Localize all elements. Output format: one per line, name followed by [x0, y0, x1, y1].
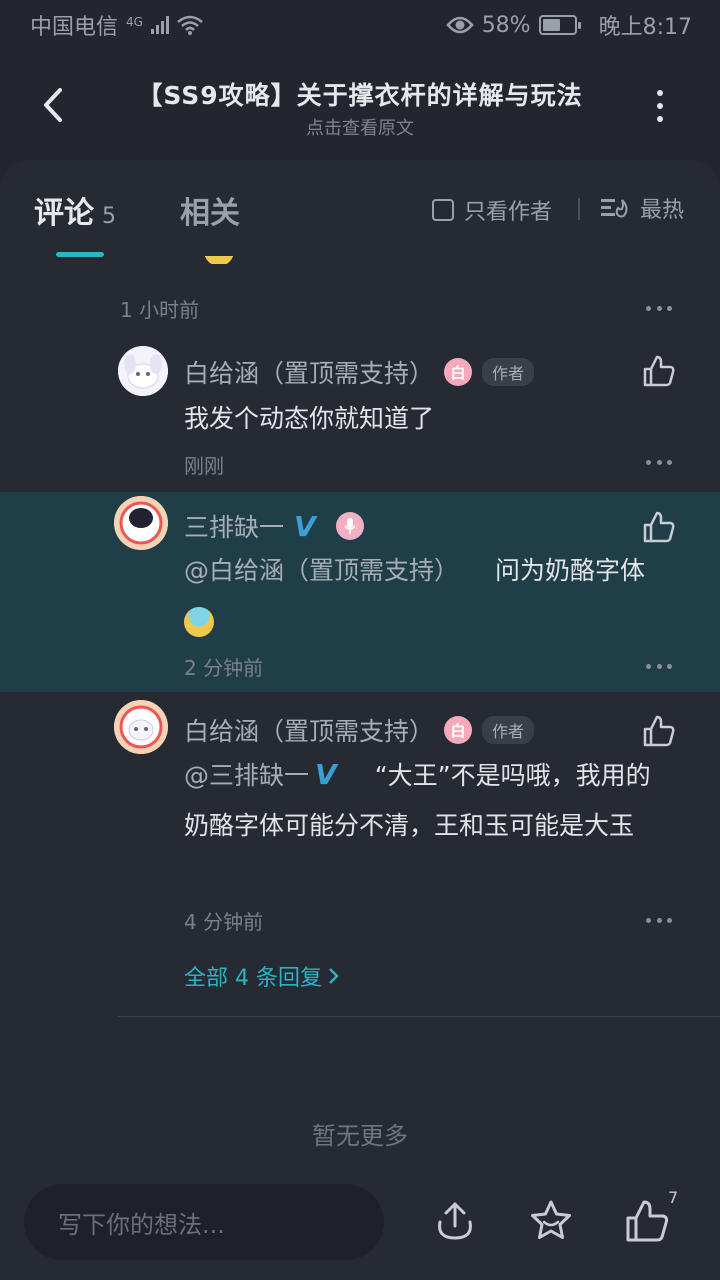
avatar-image [118, 346, 168, 396]
sort-button[interactable]: 最热 [600, 192, 684, 224]
comment-time: 1 小时前 [120, 298, 200, 322]
comment-text: 我发个动态你就知道了 [184, 404, 435, 433]
tab-bar: 评论 5 相关 只看作者 最热 [0, 160, 720, 257]
reply-item: 白给涵（置顶需支持） 白 作者 @三排缺一 V “大王”不是吗哦，我用的奶酪字体可能… [0, 696, 720, 946]
status-right: 58% 晚上8:17 [446, 9, 692, 41]
comment-time: 刚刚 [184, 454, 224, 478]
view-all-replies-link[interactable]: 全部 4 条回复 [184, 960, 340, 992]
bottom-bar: 写下你的想法... 7 [0, 1180, 720, 1280]
comment-text: @三排缺一 V “大王”不是吗哦，我用的奶酪字体可能分不清，王和玉可能是大玉 [184, 750, 674, 851]
author-only-label: 只看作者 [464, 200, 553, 225]
battery-fill [542, 19, 560, 31]
clock: 晚上8:17 [598, 15, 692, 40]
battery-percent: 58% [481, 12, 531, 38]
share-icon[interactable] [432, 1198, 478, 1244]
status-bar: 中国电信 4G 58% 晚上8:17 [0, 0, 720, 50]
tab-indicator [56, 252, 104, 257]
wifi-icon [177, 15, 203, 35]
avatar[interactable] [118, 346, 168, 396]
chevron-right-icon [329, 968, 339, 984]
tab-comments-label: 评论 [34, 196, 94, 231]
view-original-link[interactable]: 点击查看原文 [0, 114, 720, 140]
no-more-label: 暂无更多 [312, 1122, 408, 1150]
comment-author[interactable]: 三排缺一 V [184, 508, 364, 544]
author-name: 白给涵（置顶需支持） [184, 717, 435, 746]
verified-icon: V [315, 758, 337, 791]
avatar-image [114, 700, 168, 754]
author-badge: 作者 [482, 716, 535, 744]
comment-sheet: 评论 5 相关 只看作者 最热 1 小时前 白给涵（置顶需支持） 白 作者 我发个… [0, 160, 720, 1280]
header: 【SS9攻略】关于撑衣杆的详解与玩法 点击查看原文 [0, 60, 720, 150]
author-badge: 作者 [482, 358, 535, 386]
more-options-icon[interactable] [646, 306, 672, 312]
comment-time: 4 分钟前 [184, 910, 264, 934]
avatar[interactable] [114, 700, 168, 754]
author-name: 三排缺一 [184, 513, 285, 542]
avatar-image [114, 496, 168, 550]
network-label: 4G [126, 15, 143, 29]
reply-item-highlighted: 三排缺一 V @白给涵（置顶需支持） 问为奶酪字体 2 分钟前 [0, 492, 720, 692]
favorite-star-icon[interactable] [528, 1198, 574, 1244]
fearful-emoji-icon [184, 607, 214, 637]
level-badge-icon: 白 [444, 716, 473, 744]
carrier-label: 中国电信 [30, 15, 119, 40]
comment-text: @白给涵（置顶需支持） 问为奶酪字体 [184, 546, 674, 646]
sort-hot-icon [601, 199, 628, 218]
checkbox-icon[interactable] [432, 199, 454, 221]
battery-icon [538, 15, 581, 35]
more-options-icon[interactable] [646, 460, 672, 466]
author-name: 白给涵（置顶需支持） [184, 359, 435, 388]
sort-label: 最热 [640, 198, 685, 223]
comment-time: 2 分钟前 [184, 656, 264, 680]
signal-icon [150, 16, 169, 34]
view-all-replies-label: 全部 4 条回复 [184, 966, 322, 991]
like-icon[interactable] [642, 714, 676, 748]
comment-input-placeholder: 写下你的想法... [58, 1210, 225, 1239]
like-icon[interactable] [642, 354, 676, 388]
comment-input[interactable]: 写下你的想法... [24, 1184, 384, 1260]
article-title[interactable]: 【SS9攻略】关于撑衣杆的详解与玩法 [0, 76, 720, 112]
more-options-icon[interactable] [646, 918, 672, 924]
reply-item: 白给涵（置顶需支持） 白 作者 我发个动态你就知道了 刚刚 [0, 340, 720, 478]
mention-link[interactable]: @白给涵（置顶需支持） [184, 556, 459, 585]
tab-divider [578, 198, 580, 220]
mention-link[interactable]: @三排缺一 [184, 761, 309, 790]
comment-author[interactable]: 白给涵（置顶需支持） 白 作者 [184, 712, 535, 748]
mic-badge-icon [335, 512, 364, 540]
comment-author[interactable]: 白给涵（置顶需支持） 白 作者 [184, 354, 535, 390]
avatar[interactable] [114, 496, 168, 550]
level-badge-icon: 白 [444, 358, 473, 386]
eye-icon [446, 16, 474, 34]
comment-count: 5 [102, 204, 116, 229]
like-count: 7 [668, 1188, 679, 1207]
more-options-icon[interactable] [646, 664, 672, 670]
more-vertical-icon[interactable] [648, 90, 672, 130]
tab-comments[interactable]: 评论 5 [34, 188, 116, 232]
like-icon[interactable] [642, 510, 676, 544]
divider [118, 1016, 720, 1017]
like-icon[interactable] [624, 1198, 670, 1244]
comment-text-body: 问为奶酪字体 [495, 556, 646, 585]
tab-related[interactable]: 相关 [180, 188, 240, 232]
status-left: 中国电信 4G [30, 9, 203, 41]
author-only-toggle[interactable]: 只看作者 [432, 194, 552, 226]
verified-icon: V [294, 509, 316, 543]
